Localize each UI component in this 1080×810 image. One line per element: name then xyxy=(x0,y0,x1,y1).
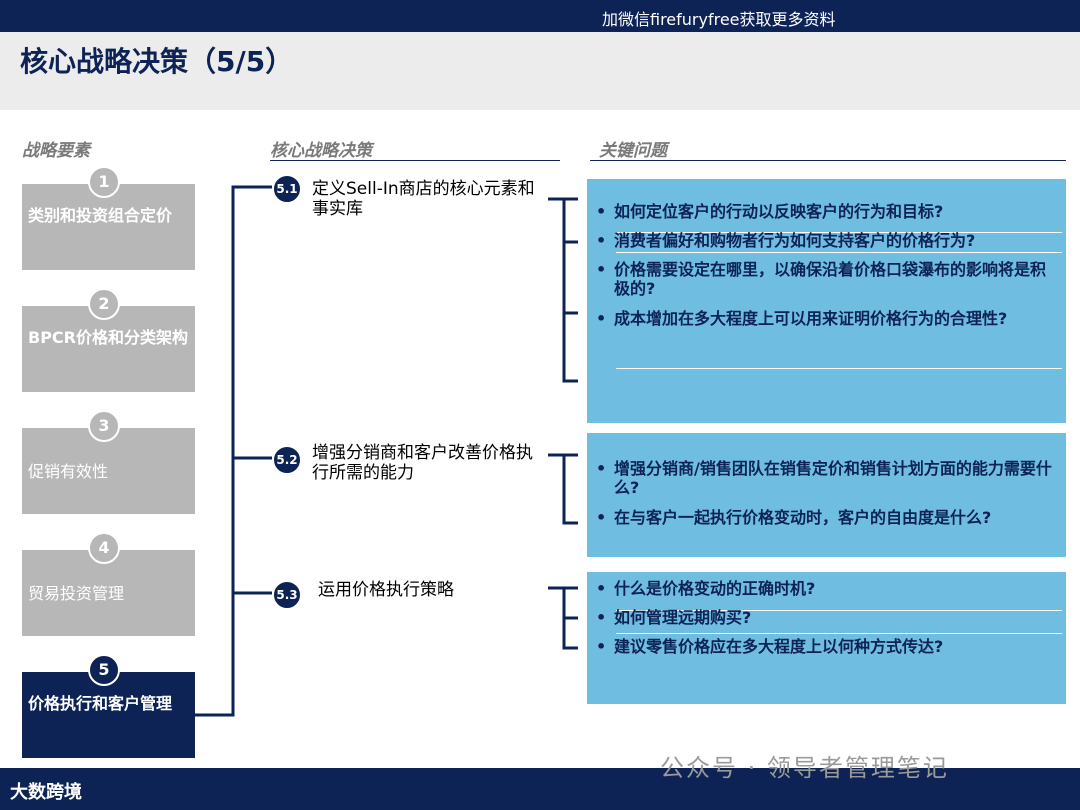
question-item: 在与客户一起执行价格变动时，客户的自由度是什么? xyxy=(596,508,1054,527)
question-item: 什么是价格变动的正确时机? xyxy=(596,579,1054,598)
decision-badge: 5.1 xyxy=(272,174,302,204)
decision-badge: 5.3 xyxy=(272,580,302,610)
footer-logo: 大数跨境 xyxy=(10,782,82,803)
question-item: 如何定位客户的行动以反映客户的行为和目标? xyxy=(596,202,1054,221)
watermark: 公众号 · 领导者管理笔记 xyxy=(660,754,949,782)
question-item: 增强分销商/销售团队在销售定价和销售计划方面的能力需要什么? xyxy=(596,459,1054,497)
decision-text: 运用价格执行策略 xyxy=(318,580,454,600)
question-item: 消费者偏好和购物者行为如何支持客户的价格行为? xyxy=(596,231,1054,250)
decision-badge: 5.2 xyxy=(272,445,302,475)
question-item: 成本增加在多大程度上可以用来证明价格行为的合理性? xyxy=(596,309,1074,328)
question-item: 如何管理远期购买? xyxy=(596,608,1054,627)
decision-text: 增强分销商和客户改善价格执行所需的能力 xyxy=(312,443,533,483)
question-item: 价格需要设定在哪里，以确保沿着价格口袋瀑布的影响将是积极的? xyxy=(596,260,1054,298)
connector-lines xyxy=(195,185,578,717)
decision-text: 定义Sell-In商店的核心元素和事实库 xyxy=(312,179,535,219)
question-item: 建议零售价格应在多大程度上以何种方式传达? xyxy=(596,637,1054,656)
